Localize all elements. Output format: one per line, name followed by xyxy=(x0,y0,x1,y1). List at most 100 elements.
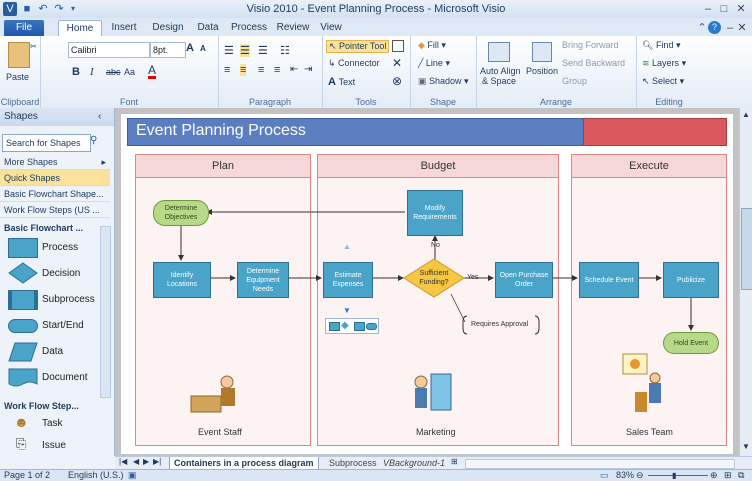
quick-shapes-minitoolbar[interactable]: ◆ xyxy=(325,318,379,334)
prev-page-icon[interactable]: ◀ xyxy=(133,457,139,466)
next-page-icon[interactable]: ▶ xyxy=(143,457,149,466)
shape-publicize[interactable]: Publicize xyxy=(663,262,719,298)
tab-file[interactable]: File xyxy=(4,20,44,36)
fit-page-icon[interactable]: ▭ xyxy=(600,470,609,481)
strikethrough-button[interactable]: abc xyxy=(106,67,121,77)
grow-font-button[interactable]: A xyxy=(186,42,194,54)
maximize-icon[interactable]: □ xyxy=(716,2,732,16)
rectangle-tool-icon[interactable] xyxy=(392,40,404,52)
fit-window-icon[interactable]: ⊞ xyxy=(724,470,732,481)
change-case-button[interactable]: Aa xyxy=(124,67,135,77)
switch-windows-icon[interactable]: ⧉ xyxy=(738,470,744,481)
align-top-icon[interactable]: ☰ xyxy=(224,44,234,57)
font-family-select[interactable]: Calibri xyxy=(68,42,150,58)
scroll-up-icon[interactable]: ▲ xyxy=(742,110,750,119)
collapse-panel-icon[interactable]: ‹ xyxy=(98,108,101,126)
drawing-canvas[interactable]: Event Planning Process Plan Event Staff … xyxy=(115,108,739,456)
paste-button[interactable]: Paste xyxy=(6,72,29,82)
font-color-button[interactable]: A xyxy=(148,64,157,79)
zoom-out-icon[interactable]: ⊖ xyxy=(636,470,644,481)
mini-terminator-icon[interactable] xyxy=(366,323,377,330)
shape-identify-locations[interactable]: Identify Locations xyxy=(153,262,211,298)
auto-align-label[interactable]: Auto Align xyxy=(480,66,521,76)
mini-subprocess-icon[interactable] xyxy=(354,322,365,331)
position-icon[interactable] xyxy=(532,42,552,62)
last-page-icon[interactable]: ▶| xyxy=(153,457,161,466)
scroll-down-icon[interactable]: ▼ xyxy=(742,442,750,451)
align-right-icon[interactable]: ≡ xyxy=(258,64,264,76)
bullets-icon[interactable]: ☷ xyxy=(280,44,290,57)
macro-record-icon[interactable]: ▣ xyxy=(128,470,137,481)
quick-shapes-item[interactable]: Quick Shapes xyxy=(0,170,110,186)
zoom-in-icon[interactable]: ⊕ xyxy=(710,470,718,481)
mini-process-icon[interactable] xyxy=(329,322,340,331)
section-basic-flowchart[interactable]: Basic Flowchart ... xyxy=(0,220,110,236)
search-icon[interactable]: ⚲ xyxy=(90,135,97,146)
align-bottom-icon[interactable]: ☰ xyxy=(258,44,268,57)
zoom-slider-thumb[interactable]: ▮ xyxy=(672,470,676,481)
insert-page-icon[interactable]: ⊞ xyxy=(451,457,458,466)
stencil-data[interactable]: Data xyxy=(6,340,106,366)
work-flow-steps-stencil-item[interactable]: Work Flow Steps (US ... xyxy=(0,202,110,218)
shape-schedule-event[interactable]: Schedule Event xyxy=(579,262,639,298)
shape-determine-equipment[interactable]: Determine Equipment Needs xyxy=(237,262,289,298)
auto-align-space-label[interactable]: & Space xyxy=(482,76,516,86)
basic-flowchart-stencil-item[interactable]: Basic Flowchart Shape... xyxy=(0,186,110,202)
connector-button[interactable]: ↳ Connector xyxy=(328,58,380,69)
tab-insert[interactable]: Insert xyxy=(104,20,144,36)
page-tab-subprocess[interactable]: Subprocess xyxy=(325,457,381,469)
tab-process[interactable]: Process xyxy=(226,20,272,36)
paste-icon[interactable] xyxy=(8,42,30,68)
tab-review[interactable]: Review xyxy=(272,20,314,36)
italic-button[interactable]: I xyxy=(90,66,94,78)
justify-icon[interactable]: ≡ xyxy=(274,64,280,76)
page-tab-vbackground[interactable]: VBackground-1 xyxy=(379,457,449,469)
minimize-icon[interactable]: – xyxy=(700,2,716,16)
close-icon[interactable]: ✕ xyxy=(733,2,749,16)
auto-connect-up-arrow-icon[interactable]: ▲ xyxy=(343,242,351,251)
vertical-scroll-thumb[interactable] xyxy=(741,208,752,290)
increase-indent-icon[interactable]: ⇥ xyxy=(304,64,312,75)
bring-forward-button[interactable]: Bring Forward xyxy=(562,40,619,50)
shape-determine-objectives[interactable]: Determine Objectives xyxy=(153,200,209,226)
status-page-indicator[interactable]: Page 1 of 2 xyxy=(4,470,50,481)
tab-data[interactable]: Data xyxy=(190,20,226,36)
tab-design[interactable]: Design xyxy=(146,20,190,36)
auto-connect-down-arrow-icon[interactable]: ▼ xyxy=(343,306,351,315)
position-button[interactable]: Position xyxy=(526,66,558,76)
select-button[interactable]: ↖ Select ▾ xyxy=(642,76,684,87)
align-middle-icon[interactable]: ☰ xyxy=(240,44,250,57)
stencil-subprocess[interactable]: Subprocess xyxy=(6,288,106,314)
close-x-icon[interactable]: ✕ xyxy=(392,56,402,70)
decrease-indent-icon[interactable]: ⇤ xyxy=(290,64,298,75)
shape-search-input[interactable]: Search for Shapes xyxy=(2,134,91,152)
tab-view[interactable]: View xyxy=(314,20,348,36)
shadow-button[interactable]: ▣ Shadow ▾ xyxy=(418,76,469,87)
connection-point-icon[interactable]: ⊗ xyxy=(392,74,402,88)
font-size-select[interactable]: 8pt. xyxy=(150,42,186,58)
zoom-slider[interactable] xyxy=(648,475,708,476)
pointer-tool-button[interactable]: ↖ Pointer Tool xyxy=(326,40,390,53)
align-center-icon[interactable]: ≡ xyxy=(240,64,247,76)
stencil-decision[interactable]: Decision xyxy=(6,262,106,288)
line-button[interactable]: ╱ Line ▾ xyxy=(418,58,450,69)
stencil-start-end[interactable]: Start/End xyxy=(6,314,106,340)
shape-estimate-expenses[interactable]: Estimate Expenses xyxy=(323,262,373,298)
help-icon[interactable]: ? xyxy=(708,21,721,34)
status-language[interactable]: English (U.S.) xyxy=(68,470,124,481)
find-button[interactable]: 🔍︎ Find ▾ xyxy=(642,40,680,51)
tab-home[interactable]: Home xyxy=(58,20,102,37)
stencil-scrollbar[interactable] xyxy=(100,226,111,398)
align-left-icon[interactable]: ≡ xyxy=(224,64,230,76)
auto-align-icon[interactable] xyxy=(488,42,510,62)
bold-button[interactable]: B xyxy=(72,66,80,78)
group-button[interactable]: Group xyxy=(562,76,587,86)
stencil-process[interactable]: Process xyxy=(6,236,106,262)
fill-button[interactable]: ◆ Fill ▾ xyxy=(418,40,446,51)
mini-decision-icon[interactable]: ◆ xyxy=(341,320,349,331)
send-backward-button[interactable]: Send Backward xyxy=(562,58,625,68)
shape-modify-requirements[interactable]: Modify Requirements xyxy=(407,190,463,236)
cut-icon[interactable]: ✂ xyxy=(30,42,38,51)
first-page-icon[interactable]: |◀ xyxy=(119,457,127,466)
drawing-page[interactable]: Event Planning Process Plan Event Staff … xyxy=(121,114,733,454)
